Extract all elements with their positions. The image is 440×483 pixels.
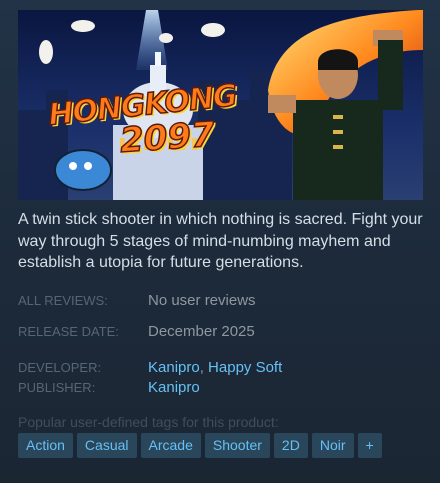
tag-arcade[interactable]: Arcade (140, 433, 201, 458)
tag-2d[interactable]: 2D (273, 433, 308, 458)
tags-heading: Popular user-defined tags for this produ… (18, 414, 279, 430)
add-tag-button[interactable]: + (357, 433, 382, 458)
tag-noir[interactable]: Noir (311, 433, 354, 458)
developer-list: Kanipro, Happy Soft (148, 359, 282, 376)
tag-action[interactable]: Action (18, 433, 73, 458)
release-date-label: RELEASE DATE: (18, 324, 119, 339)
developer-link-happy-soft[interactable]: Happy Soft (208, 359, 282, 376)
tag-shooter[interactable]: Shooter (204, 433, 270, 458)
developer-label: DEVELOPER: (18, 360, 102, 375)
reviews-value: No user reviews (148, 292, 256, 309)
tag-casual[interactable]: Casual (76, 433, 137, 458)
game-description: A twin stick shooter in which nothing is… (18, 211, 423, 271)
header-capsule-image[interactable]: HONGKONG 2097 (18, 10, 423, 200)
developer-link-kanipro[interactable]: Kanipro (148, 359, 200, 376)
reviews-label: ALL REVIEWS: (18, 293, 108, 308)
logo-line-2: 2097 (118, 114, 217, 162)
publisher-label: PUBLISHER: (18, 380, 96, 395)
tag-list: Action Casual Arcade Shooter 2D Noir + (18, 433, 382, 458)
game-logo: HONGKONG 2097 (46, 77, 239, 161)
publisher-link-kanipro[interactable]: Kanipro (148, 379, 200, 396)
release-date-value: December 2025 (148, 323, 255, 340)
developer-separator: , (199, 359, 209, 376)
